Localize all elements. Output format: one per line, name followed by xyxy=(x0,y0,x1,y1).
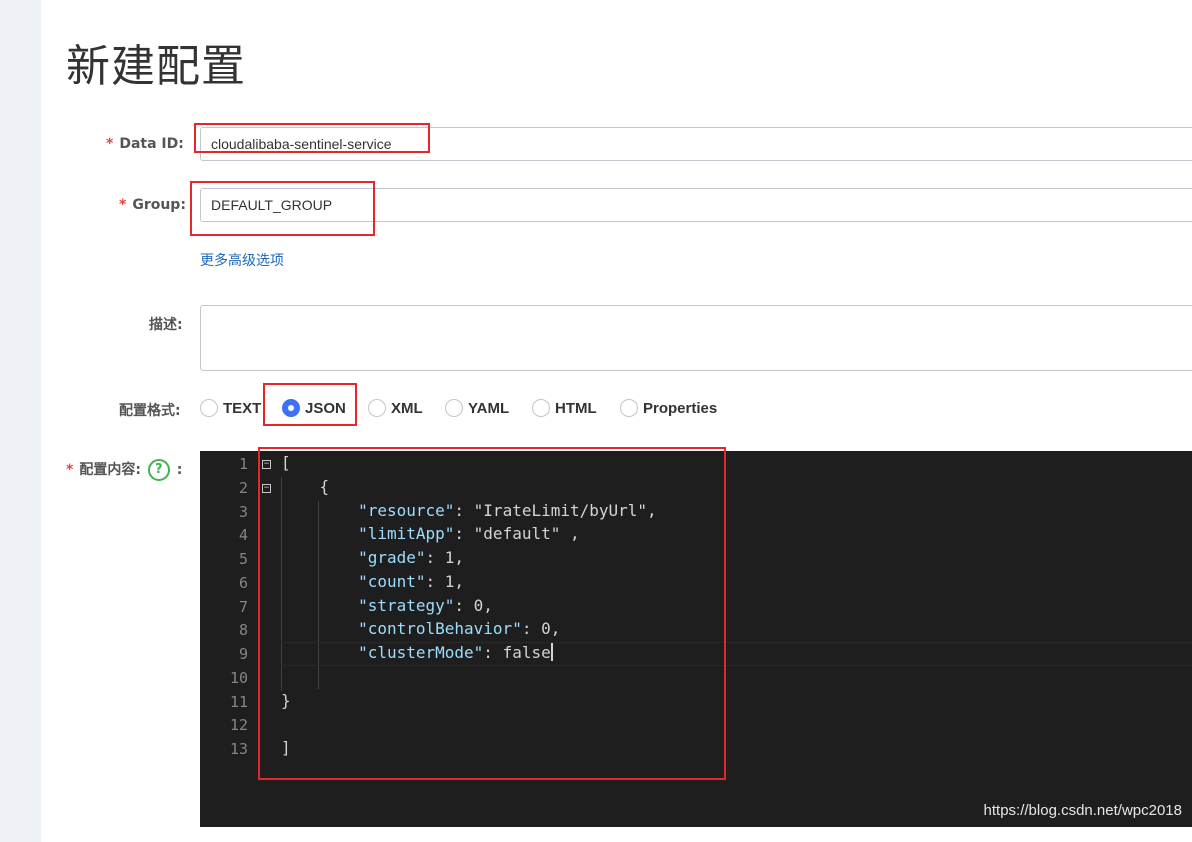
code-line-text: "strategy": 0, xyxy=(358,596,493,615)
code-line-text: "grade": 1, xyxy=(358,548,465,567)
description-label: 描述: xyxy=(149,317,183,333)
format-label: 配置格式: xyxy=(119,403,181,419)
radio-circle-checked xyxy=(282,399,300,417)
content-label: * 配置内容: ? : xyxy=(66,459,182,481)
code-line-text: "resource": "IrateLimit/byUrl", xyxy=(358,501,657,520)
group-label: * Group: xyxy=(119,197,186,213)
format-option-label: XML xyxy=(391,399,423,417)
code-line: "grade": 1, xyxy=(281,548,464,567)
format-option-label: TEXT xyxy=(223,399,262,417)
format-radio-json[interactable]: JSON xyxy=(282,396,346,420)
data-id-input[interactable]: cloudalibaba-sentinel-service xyxy=(200,127,1192,161)
fold-collapse-icon[interactable]: − xyxy=(262,484,271,493)
more-advanced-options-link[interactable]: 更多高级选项 xyxy=(200,250,284,270)
format-radio-xml[interactable]: XML xyxy=(368,396,423,420)
line-number: 9 xyxy=(238,645,248,663)
code-line: "clusterMode": false xyxy=(281,643,553,662)
code-line-text: "count": 1, xyxy=(358,572,465,591)
group-input[interactable]: DEFAULT_GROUP xyxy=(200,188,1192,222)
code-line: "strategy": 0, xyxy=(281,596,493,615)
data-id-value: cloudalibaba-sentinel-service xyxy=(211,136,392,152)
radio-circle xyxy=(200,399,218,417)
line-number: 3 xyxy=(238,503,248,521)
fold-collapse-icon[interactable]: − xyxy=(262,460,271,469)
content-label-colon: : xyxy=(176,462,183,478)
format-radio-yaml[interactable]: YAML xyxy=(445,396,509,420)
code-editor[interactable]: 1 2 3 4 5 6 7 8 9 10 11 12 13 − − [ { "r… xyxy=(200,451,1192,827)
line-number: 12 xyxy=(229,716,248,734)
required-mark: * xyxy=(106,136,114,152)
radio-circle xyxy=(532,399,550,417)
description-textarea[interactable] xyxy=(200,305,1192,371)
text-cursor xyxy=(550,643,553,661)
required-mark: * xyxy=(119,197,127,213)
editor-gutter: 1 2 3 4 5 6 7 8 9 10 11 12 13 xyxy=(200,451,260,827)
format-option-label: YAML xyxy=(468,399,510,417)
data-id-label-text: Data ID: xyxy=(119,136,184,152)
format-option-label: Properties xyxy=(643,399,718,417)
question-circle-icon[interactable]: ? xyxy=(147,459,170,481)
radio-circle xyxy=(368,399,386,417)
code-line: "controlBehavior": 0, xyxy=(281,619,560,638)
code-line-text: "limitApp": "default" , xyxy=(358,524,580,543)
line-number: 6 xyxy=(238,574,248,592)
data-id-label: * Data ID: xyxy=(106,136,184,152)
line-number: 13 xyxy=(229,740,248,758)
left-sidebar-strip xyxy=(0,0,41,842)
format-option-label: HTML xyxy=(555,399,597,417)
code-line: [ xyxy=(281,453,291,472)
code-line: } xyxy=(281,691,291,710)
code-line: { xyxy=(281,477,330,496)
format-radio-html[interactable]: HTML xyxy=(532,396,597,420)
code-line: "resource": "IrateLimit/byUrl", xyxy=(281,501,657,520)
line-number: 10 xyxy=(229,669,248,687)
format-radio-properties[interactable]: Properties xyxy=(620,396,717,420)
radio-circle xyxy=(620,399,638,417)
group-label-text: Group: xyxy=(132,197,186,213)
code-line: "limitApp": "default" , xyxy=(281,524,580,543)
group-value: DEFAULT_GROUP xyxy=(211,197,333,213)
watermark: https://blog.csdn.net/wpc2018 xyxy=(983,802,1182,819)
radio-circle xyxy=(445,399,463,417)
code-line-text: "clusterMode": false xyxy=(358,643,551,662)
line-number: 8 xyxy=(238,621,248,639)
content-label-text: 配置内容: xyxy=(79,462,141,478)
line-number: 5 xyxy=(238,550,248,568)
line-number: 7 xyxy=(238,598,248,616)
code-line: ] xyxy=(281,738,291,757)
format-option-label: JSON xyxy=(305,399,346,417)
line-number: 4 xyxy=(238,526,248,544)
line-number: 11 xyxy=(229,693,248,711)
code-line: "count": 1, xyxy=(281,572,464,591)
format-radio-text[interactable]: TEXT xyxy=(200,396,261,420)
line-number: 2 xyxy=(238,479,248,497)
required-mark: * xyxy=(66,462,74,478)
line-number: 1 xyxy=(238,455,248,473)
page-title: 新建配置 xyxy=(66,41,246,92)
code-line-text: "controlBehavior": 0, xyxy=(358,619,561,638)
